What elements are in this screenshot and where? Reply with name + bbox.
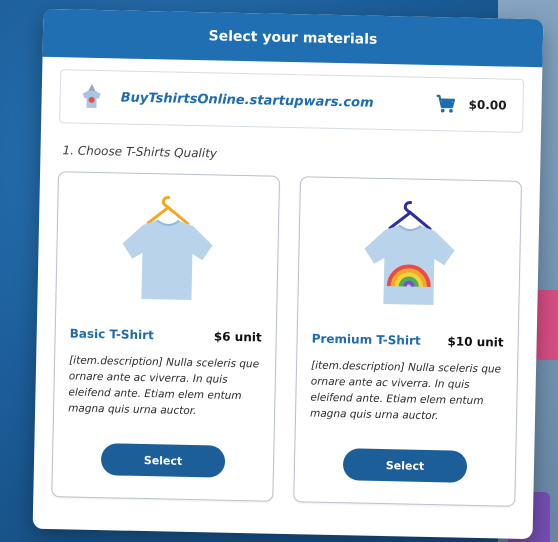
dialog-title: Select your materials [208, 28, 378, 48]
product-price: $10 unit [447, 334, 504, 350]
product-name: Basic T-Shirt [69, 326, 154, 343]
rainbow-tshirt-icon [364, 201, 455, 306]
step-title: 1. Choose T-Shirts Quality [62, 143, 218, 161]
cart-total: $0.00 [468, 97, 507, 113]
site-name-link[interactable]: BuyTshirtsOnline.startupwars.com [121, 90, 435, 112]
select-basic-button[interactable]: Select [100, 443, 226, 478]
product-image [312, 178, 507, 332]
shopping-cart-icon[interactable] [434, 93, 456, 115]
rocket-shirt-logo-icon[interactable] [76, 82, 107, 113]
materials-dialog: Select your materials BuyTshirtsOnline.s… [32, 8, 544, 540]
background-pink-tab [536, 290, 558, 360]
plain-tshirt-icon [122, 195, 213, 300]
dialog-content: BuyTshirtsOnline.startupwars.com $0.00 1… [33, 57, 542, 507]
product-price: $6 unit [213, 329, 262, 345]
product-list: Basic T-Shirt $6 unit [item.description]… [51, 171, 523, 507]
hanger-icon [146, 195, 190, 226]
product-image [70, 172, 265, 326]
cart-summary[interactable]: $0.00 [434, 93, 507, 117]
product-name: Premium T-Shirt [311, 331, 421, 348]
product-card-basic: Basic T-Shirt $6 unit [item.description]… [51, 171, 281, 502]
hanger-icon [388, 201, 432, 231]
product-card-premium: Premium T-Shirt $10 unit [item.descripti… [293, 176, 523, 507]
product-description: [item.description] Nulla sceleris que or… [68, 354, 260, 418]
site-header: BuyTshirtsOnline.startupwars.com $0.00 [59, 69, 525, 133]
product-description: [item.description] Nulla sceleris que or… [309, 359, 502, 423]
product-header: Basic T-Shirt $6 unit [70, 326, 262, 344]
product-header: Premium T-Shirt $10 unit [312, 332, 504, 350]
select-premium-button[interactable]: Select [342, 448, 468, 483]
